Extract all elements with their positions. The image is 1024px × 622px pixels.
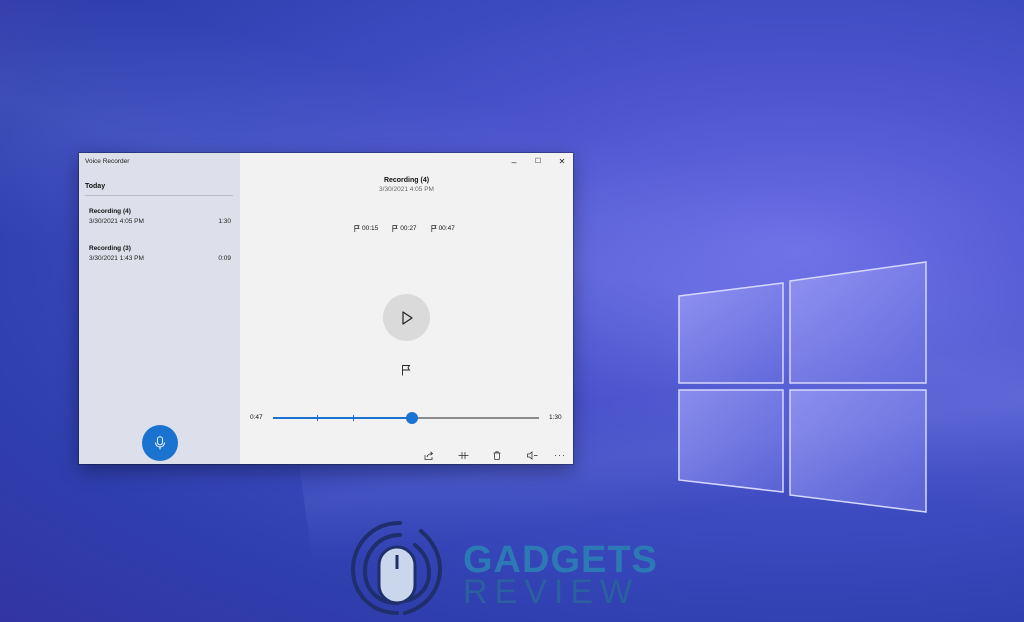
delete-button[interactable] [490, 449, 504, 461]
app-title: Voice Recorder [85, 158, 130, 165]
trim-icon [458, 451, 468, 459]
recording-list-item[interactable]: Recording (4) 3/30/2021 4:05 PM 1:30 [79, 205, 240, 239]
play-button[interactable] [383, 294, 430, 341]
mouse-logo-icon [350, 521, 443, 615]
marker-time: 00:47 [438, 225, 455, 232]
more-options-button[interactable]: ··· [553, 449, 567, 461]
recording-title: Recording (4) [383, 177, 430, 184]
marker-tick [352, 415, 354, 421]
recording-subtitle-date: 3/30/2021 4:05 PM [379, 186, 434, 193]
marker-list: 00:15 00:27 00:47 [354, 225, 455, 232]
gadgets-review-watermark: GADGETS REVIEW [345, 517, 685, 617]
microphone-icon [155, 436, 165, 450]
share-icon [424, 450, 434, 460]
marker-item[interactable]: 00:47 [431, 225, 455, 232]
record-button[interactable] [142, 425, 178, 461]
recording-name: Recording (3) [89, 245, 131, 252]
marker-item[interactable]: 00:15 [354, 225, 378, 232]
playback-slider-thumb[interactable] [405, 412, 418, 424]
share-button[interactable] [422, 449, 436, 461]
marker-item[interactable]: 00:27 [392, 225, 417, 232]
divider [85, 195, 233, 196]
marker-time: 00:15 [362, 225, 379, 232]
playback-slider[interactable] [273, 412, 539, 424]
more-icon: ··· [554, 450, 566, 460]
recording-list-item[interactable]: Recording (3) 3/30/2021 1:43 PM 0:09 [79, 242, 240, 276]
recording-date: 3/30/2021 1:43 PM [89, 255, 144, 262]
sidebar: Voice Recorder Today Recording (4) 3/30/… [79, 153, 240, 464]
close-button[interactable]: ✕ [555, 157, 569, 167]
playback-progress-fill [273, 417, 412, 419]
flag-icon [431, 225, 437, 232]
watermark-line2: REVIEW [463, 573, 640, 611]
voice-recorder-window: Voice Recorder Today Recording (4) 3/30/… [79, 153, 573, 464]
add-marker-button[interactable] [400, 364, 412, 376]
recording-duration: 1:30 [218, 218, 231, 225]
marker-tick [317, 415, 319, 421]
section-heading-today: Today [85, 183, 106, 190]
maximize-button[interactable]: ☐ [531, 157, 545, 167]
recording-name: Recording (4) [89, 208, 131, 215]
play-icon [401, 310, 413, 325]
flag-icon [392, 225, 398, 232]
current-time: 0:47 [250, 414, 263, 421]
trim-button[interactable] [456, 449, 470, 461]
total-time: 1:30 [549, 414, 562, 421]
minimize-button[interactable]: – [507, 157, 521, 167]
recording-date: 3/30/2021 4:05 PM [89, 218, 144, 225]
volume-icon [526, 450, 537, 460]
volume-button[interactable] [525, 449, 539, 461]
flag-icon [354, 225, 360, 232]
marker-time: 00:27 [400, 225, 417, 232]
recording-duration: 0:09 [218, 255, 231, 262]
delete-icon [493, 450, 501, 460]
